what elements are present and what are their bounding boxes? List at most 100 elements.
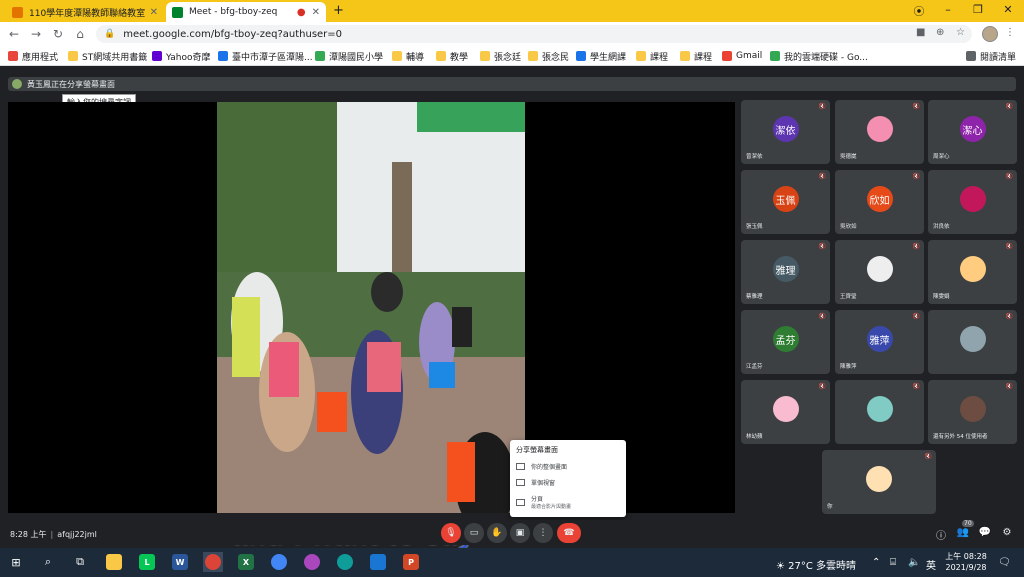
site-icon (315, 51, 325, 61)
taskbar-app[interactable] (302, 552, 322, 572)
participant-tile[interactable]: 🔇 陳雯娟 (928, 240, 1017, 304)
participant-name: 洪良依 (933, 224, 950, 230)
weather-icon: ☀ (776, 561, 789, 572)
participant-tile[interactable]: 🔇 (835, 380, 924, 444)
bookmark-item[interactable]: Gmail (722, 49, 762, 63)
minimize-icon[interactable]: – (940, 3, 956, 16)
restore-icon[interactable]: ❐ (970, 3, 986, 16)
file-explorer-icon (106, 554, 122, 570)
taskbar-chrome-2[interactable] (269, 552, 289, 572)
tab-search-icon[interactable]: ⦿ (911, 3, 927, 19)
participant-avatar: 雅萍 (866, 326, 893, 352)
bookmark-item[interactable]: Yahoo奇摩 (152, 49, 211, 63)
camera-indicator-icon[interactable]: ■ (916, 27, 925, 38)
taskbar-explorer[interactable] (104, 552, 124, 572)
system-clock[interactable]: 上午 08:28 2021/9/28 (944, 551, 988, 573)
window-close-icon[interactable]: ✕ (1000, 3, 1016, 16)
home-icon[interactable]: ⌂ (72, 26, 88, 42)
bookmark-item[interactable]: 張念民 (528, 49, 569, 63)
bookmark-apps[interactable]: 應用程式 (8, 49, 58, 63)
participant-tile[interactable]: 🔇 (928, 310, 1017, 374)
reading-list[interactable]: 閱讀清單 (966, 49, 1016, 63)
back-icon[interactable]: ← (6, 26, 22, 42)
taskbar-edge[interactable] (335, 552, 355, 572)
present-button[interactable]: ▣ (510, 523, 530, 543)
search-icon[interactable]: ⌕ (38, 552, 58, 572)
weather-widget[interactable]: ☀ 27°C 多雲時晴 (776, 557, 856, 572)
windows-start-icon[interactable]: ⊞ (6, 552, 26, 572)
tab-meet[interactable]: Meet - bfg-tboy-zeq ● ✕ (166, 2, 326, 22)
ime-indicator[interactable]: 英 (926, 557, 936, 572)
camera-button[interactable]: ▭ (464, 523, 484, 543)
browser-toolbar: ← → ↻ ⌂ 🔒 meet.google.com/bfg-tboy-zeq?a… (0, 22, 1024, 46)
participant-tile[interactable]: 孟芬 🔇 江孟芬 (741, 310, 830, 374)
participant-tile[interactable]: 🔇 洪良依 (928, 170, 1017, 234)
taskbar-word[interactable]: W (170, 552, 190, 572)
share-screen-menu: 分享螢幕畫面 你的整個畫面 單個視窗 分頁 最適合影片與動畫 (510, 440, 626, 517)
leave-call-button[interactable]: ☎ (557, 523, 581, 543)
participant-tile[interactable]: 潔心 🔇 周潔心 (928, 100, 1017, 164)
bookmark-item[interactable]: 課程 (680, 49, 712, 63)
share-entire-screen-option[interactable]: 你的整個畫面 (516, 462, 620, 471)
bookmark-item[interactable]: 我的雲端硬碟 - Go... (770, 49, 868, 63)
bookmark-star-icon[interactable]: ☆ (956, 27, 965, 38)
share-tab-option[interactable]: 分頁 最適合影片與動畫 (516, 494, 620, 510)
address-bar[interactable]: 🔒 meet.google.com/bfg-tboy-zeq?authuser=… (96, 25, 972, 43)
more-options-button[interactable]: ⋮ (533, 523, 553, 543)
mic-muted-icon: 🔇 (1005, 313, 1013, 320)
bookmark-item[interactable]: 張念廷 (480, 49, 521, 63)
notifications-icon[interactable]: 🗨 (998, 557, 1011, 568)
participant-tile[interactable]: 雅萍 🔇 陳雅萍 (835, 310, 924, 374)
system-time: 上午 08:28 (945, 552, 987, 561)
participant-tile[interactable]: 🔇 吳德崴 (835, 100, 924, 164)
close-icon[interactable]: ✕ (150, 7, 158, 18)
participant-tile[interactable]: 潔依 🔇 曾潔依 (741, 100, 830, 164)
close-icon[interactable]: ✕ (312, 7, 320, 18)
raise-hand-button[interactable]: ✋ (487, 523, 507, 543)
activities-icon[interactable]: ⚙ (1000, 527, 1014, 538)
tab-classroom[interactable]: 110學年度潭陽教師聯絡教室 ✕ (6, 2, 164, 22)
mic-off-button[interactable]: 🎙 (441, 523, 461, 543)
meeting-details-icon[interactable]: ⓘ (934, 527, 948, 542)
url-text: meet.google.com/bfg-tboy-zeq?authuser=0 (123, 28, 343, 40)
reload-icon[interactable]: ↻ (50, 26, 66, 42)
new-tab-button[interactable]: + (333, 3, 344, 18)
forward-icon[interactable]: → (28, 26, 44, 42)
participant-tile[interactable]: 🔇 王齊瑩 (835, 240, 924, 304)
taskbar-powerpoint[interactable]: P (401, 552, 421, 572)
taskbar-app-2[interactable] (368, 552, 388, 572)
participant-tile[interactable]: 玉佩 🔇 張玉佩 (741, 170, 830, 234)
bookmark-item[interactable]: 臺中市潭子區潭陽... (218, 49, 313, 63)
chat-icon[interactable]: 💬 (978, 527, 992, 538)
bookmark-item[interactable]: 課程 (636, 49, 668, 63)
bookmark-item[interactable]: 學生網課 (576, 49, 626, 63)
bookmark-item[interactable]: ST網域共用書籤 (68, 49, 147, 63)
task-view-icon[interactable]: ⧉ (70, 552, 90, 572)
tray-up-arrow-icon[interactable]: ⌃ (872, 557, 880, 568)
participant-avatar: 玉佩 (772, 186, 799, 212)
menu-kebab-icon[interactable]: ⋮ (1005, 27, 1015, 38)
participant-avatar (959, 396, 986, 422)
participant-tile[interactable]: 欣如 🔇 吳欣如 (835, 170, 924, 234)
taskbar-line[interactable]: L (137, 552, 157, 572)
volume-icon[interactable]: 🔈 (908, 557, 920, 568)
participant-tile[interactable]: 雅理 🔇 蔡雅理 (741, 240, 830, 304)
hang-up-icon: ☎ (563, 528, 575, 538)
share-window-option[interactable]: 單個視窗 (516, 478, 620, 487)
bookmark-item[interactable]: 潭陽國民小學 (315, 49, 383, 63)
yahoo-icon (152, 51, 162, 61)
participant-tile[interactable]: 🔇 還有另外 54 位使用者 (928, 380, 1017, 444)
profile-avatar[interactable] (982, 26, 998, 42)
bookmark-label: 閱讀清單 (980, 52, 1017, 63)
network-icon[interactable]: ⌸ (890, 557, 896, 568)
bookmark-item[interactable]: 教學 (436, 49, 468, 63)
folder-icon (636, 51, 646, 61)
taskbar-chrome[interactable] (203, 552, 223, 572)
option-label: 分頁 最適合影片與動畫 (531, 494, 571, 510)
participant-tile[interactable]: 🔇 你 (822, 450, 936, 514)
participant-tile[interactable]: 🔇 林幼蘋 (741, 380, 830, 444)
taskbar-excel[interactable]: X (236, 552, 256, 572)
people-button[interactable]: 👥 (956, 527, 970, 538)
bookmark-item[interactable]: 輔導 (392, 49, 424, 63)
zoom-icon[interactable]: ⊕ (936, 27, 944, 38)
